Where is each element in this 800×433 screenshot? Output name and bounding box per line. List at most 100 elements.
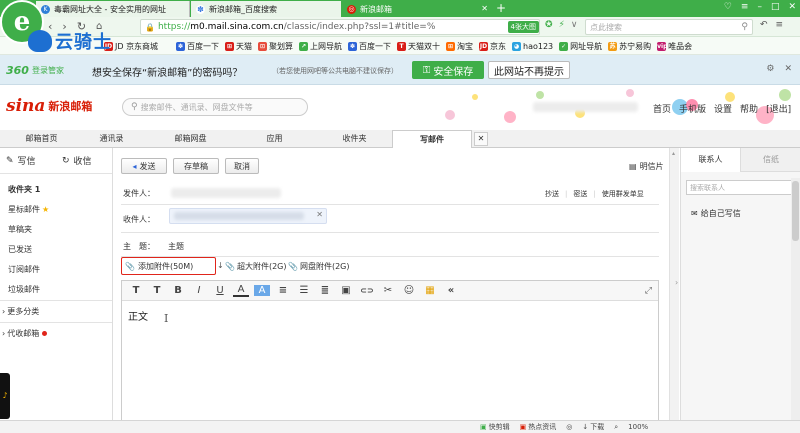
folder-spam[interactable]: 垃圾邮件 (8, 284, 40, 295)
tab-contacts-panel[interactable]: 联系人 (681, 148, 741, 172)
bookmark-item[interactable]: vip 唯品会 (657, 41, 692, 52)
url-field[interactable]: 🔒 https:// m0.mail.sina.com.cn /classic/… (140, 19, 540, 35)
zoom-badge[interactable]: 4张大图 (507, 21, 539, 33)
security-shield-icon[interactable]: ✪ (545, 20, 553, 30)
folder-subscriptions[interactable]: 订阅邮件 (8, 264, 40, 275)
gear-icon[interactable]: ⚙ (766, 64, 774, 74)
browser-tab-3-active[interactable]: ◎ 新浪邮箱 ✕ (342, 1, 492, 17)
image-icon[interactable]: ▣ (338, 285, 354, 296)
top-link-mobile[interactable]: 手机版 (679, 102, 706, 115)
status-zoom[interactable]: 100% (628, 423, 648, 431)
list-icon[interactable]: ☰ (296, 285, 312, 296)
font-family-icon[interactable]: T (128, 285, 144, 296)
bookmark-item[interactable]: JD 京东 (479, 41, 506, 52)
tab-mail-home[interactable]: 邮箱首页 (14, 130, 69, 148)
cancel-button[interactable]: 取消 (225, 158, 259, 174)
right-scrollbar[interactable] (791, 178, 800, 423)
font-color-icon[interactable]: A (233, 284, 249, 297)
receive-button[interactable]: ↻ 收信 (62, 154, 92, 168)
table-icon[interactable]: ▦ (422, 285, 438, 296)
link-icon[interactable]: ⊂⊃ (359, 286, 375, 295)
status-clip[interactable]: ▣ 快剪辑 (480, 422, 510, 432)
bold-icon[interactable]: B (170, 285, 186, 296)
from-address-blurred[interactable] (171, 188, 281, 198)
never-ask-button[interactable]: 此网站不再提示 (488, 61, 570, 79)
search-icon[interactable]: ⚲ (741, 22, 748, 32)
bookmark-item[interactable]: T 天猫双十 (397, 41, 440, 52)
bookmark-item[interactable]: ✓ 网址导航 (559, 41, 602, 52)
disk-attachment-link[interactable]: 📎 网盘附件(2G) (288, 261, 350, 272)
browser-tab-2[interactable]: ✽ 新浪邮箱_百度搜索 (191, 1, 341, 17)
group-send-link[interactable]: 使用群发单显 (602, 189, 644, 199)
italic-icon[interactable]: I (191, 285, 207, 296)
contact-search-input[interactable]: 搜索联系人 (686, 180, 798, 195)
status-download[interactable]: ↓ 下载 (582, 422, 604, 432)
bcc-link[interactable]: 密送 (573, 189, 587, 199)
tab-mail-disk[interactable]: 邮箱网盘 (163, 130, 218, 148)
bookmark-item[interactable]: ✽ 百度一下 (348, 41, 391, 52)
bookmark-item[interactable]: ◕ hao123 (512, 42, 553, 51)
close-window-icon[interactable]: ✕ (788, 2, 796, 12)
top-link-home[interactable]: 首页 (653, 102, 671, 115)
save-draft-button[interactable]: 存草稿 (173, 158, 219, 174)
music-widget-icon[interactable]: ♪ (0, 373, 10, 419)
body-text[interactable]: 正文 (128, 308, 148, 323)
bookmark-item[interactable]: ⊡ 聚划算 (258, 41, 293, 52)
bookmark-item[interactable]: ⊞ 天猫 (225, 41, 252, 52)
top-link-help[interactable]: 帮助 (740, 102, 758, 115)
send-button[interactable]: ◂ 发送 (121, 158, 167, 174)
scissors-icon[interactable]: ✂ (380, 285, 396, 296)
font-size-icon[interactable]: T (149, 285, 165, 296)
minimize-icon[interactable]: – (757, 2, 762, 12)
tab-contacts[interactable]: 通讯录 (84, 130, 139, 148)
attachment-dropdown-icon[interactable]: ↓ (217, 261, 224, 270)
align-icon[interactable]: ≡ (275, 285, 291, 296)
top-link-logout[interactable]: [退出] (766, 102, 791, 115)
tab-apps[interactable]: 应用 (247, 130, 302, 148)
status-news[interactable]: ▣ 热点资讯 (520, 422, 557, 432)
browser-search-input[interactable]: 点此搜索 ⚲ (585, 19, 753, 35)
zoom-out-icon[interactable]: ⌕ (614, 423, 618, 432)
panel-toggle-icon[interactable]: › (675, 278, 678, 287)
proxy-mailbox[interactable]: › 代收邮箱 (2, 328, 48, 339)
new-tab-button[interactable]: + (496, 1, 506, 15)
postcard-button[interactable]: ▤ 明信片 (629, 161, 664, 172)
close-tab-icon[interactable]: ✕ (481, 4, 488, 13)
bookmark-item[interactable]: ✽ 百度一下 (176, 41, 219, 52)
menu-icon[interactable]: ≡ (741, 2, 749, 12)
accelerate-icon[interactable]: ◎ (566, 423, 572, 431)
maximize-icon[interactable]: □ (771, 2, 780, 12)
folder-drafts[interactable]: 草稿夹 (8, 224, 32, 235)
safe-save-button[interactable]: ⚿ 安全保存 (412, 61, 484, 79)
bookmark-item[interactable]: ↗ 上网导航 (299, 41, 342, 52)
cc-link[interactable]: 抄送 (545, 189, 559, 199)
bookmark-taobao-partial[interactable]: JD JD 京东商城 (104, 41, 158, 52)
sina-logo[interactable]: sina 新浪邮箱 (6, 96, 92, 116)
more-categories[interactable]: › 更多分类 (2, 306, 39, 317)
browser-tab-1[interactable]: K 毒霸网址大全 - 安全实用的网址 (36, 1, 190, 17)
shirt-icon[interactable]: ♡ (724, 2, 732, 12)
bookmark-item[interactable]: 苏苏宁易购 (608, 41, 651, 52)
menu-dots-icon[interactable]: ≡ (776, 20, 784, 30)
subject-input[interactable]: 主题 (168, 241, 184, 252)
super-attachment-link[interactable]: 📎 超大附件(2G) (225, 261, 287, 272)
folder-sent[interactable]: 已发送 (8, 244, 32, 255)
folder-inbox[interactable]: 收件夹 1 (8, 184, 40, 195)
top-link-settings[interactable]: 设置 (714, 102, 732, 115)
folder-starred[interactable]: 星标邮件 ★ (8, 204, 49, 215)
highlight-icon[interactable]: A (254, 285, 270, 296)
dropdown-icon[interactable]: ∨ (571, 20, 578, 30)
remove-recipient-icon[interactable]: ✕ (316, 210, 323, 219)
to-field[interactable]: ✕ (169, 208, 327, 224)
indent-icon[interactable]: ≣ (317, 285, 333, 296)
write-button[interactable]: ✎ 写信 (6, 154, 36, 168)
add-attachment-link[interactable]: 📎 添加附件(50M) (121, 257, 216, 275)
lightning-icon[interactable]: ⚡ (559, 20, 565, 30)
emoji-icon[interactable]: ☺ (401, 285, 417, 296)
close-icon[interactable]: ✕ (784, 64, 792, 74)
fullscreen-icon[interactable]: ⤢ (645, 286, 652, 296)
bookmark-item[interactable]: ⊞ 淘宝 (446, 41, 473, 52)
underline-icon[interactable]: U (212, 285, 228, 296)
collapse-toolbar-icon[interactable]: « (443, 285, 459, 296)
tab-compose-active[interactable]: 写邮件 (392, 130, 472, 149)
